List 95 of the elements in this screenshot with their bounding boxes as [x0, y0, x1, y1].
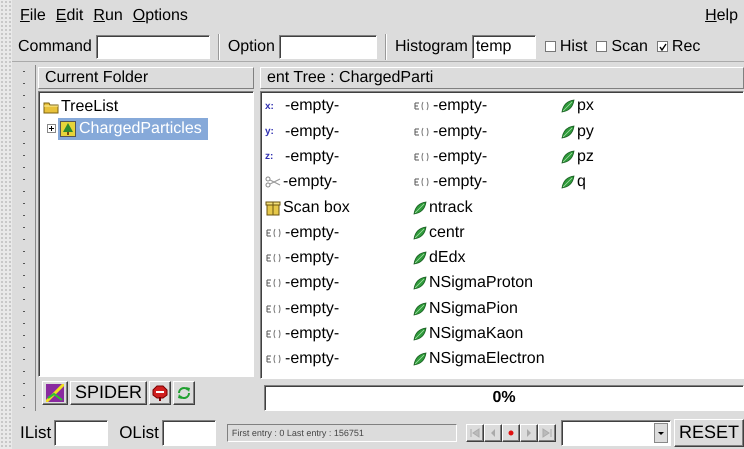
- checkbox[interactable]: [656, 41, 668, 52]
- list-item[interactable]: -empty-: [265, 350, 340, 368]
- spider-button[interactable]: SPIDER: [70, 380, 148, 405]
- stop-sign-icon: [152, 384, 168, 401]
- list-item[interactable]: -empty-: [265, 249, 340, 268]
- expand-icon[interactable]: [47, 124, 56, 134]
- plot-icon: [46, 384, 64, 402]
- leaf-icon: [413, 327, 427, 342]
- expression-icon: [265, 278, 283, 288]
- leaf-icon: [413, 251, 427, 266]
- ilist-field[interactable]: [54, 420, 108, 446]
- list-item[interactable]: q: [561, 173, 586, 192]
- ilist-label: IList: [20, 422, 52, 443]
- list-item[interactable]: -empty-: [413, 173, 488, 192]
- tree-icon: [60, 120, 76, 137]
- olist-label: OList: [119, 422, 159, 443]
- list-item[interactable]: centr: [413, 224, 465, 242]
- expression-icon: [413, 152, 431, 162]
- reset-button[interactable]: RESET: [674, 418, 744, 447]
- command-label: Command: [18, 38, 92, 56]
- expression-icon: [413, 126, 431, 137]
- leaf-icon: [561, 99, 575, 114]
- list-item[interactable]: x: -empty-: [265, 97, 340, 116]
- checkbox-label: Hist: [560, 38, 588, 56]
- progress-reading: 0%: [492, 388, 516, 407]
- tree-item[interactable]: TreeList: [43, 96, 118, 118]
- list-item[interactable]: Scan box: [265, 198, 350, 217]
- list-item[interactable]: py: [561, 122, 594, 141]
- olist-field[interactable]: [162, 420, 216, 446]
- box-icon: [265, 200, 281, 216]
- first-button[interactable]: [466, 424, 484, 442]
- option-label: Option: [228, 38, 275, 56]
- expression-icon: [265, 228, 283, 238]
- leaf-icon: [413, 276, 427, 290]
- histogram-label: Histogram: [394, 38, 468, 56]
- spider-plot-button[interactable]: [42, 380, 68, 405]
- checkbox[interactable]: [596, 41, 608, 52]
- list-item[interactable]: -empty-: [265, 173, 338, 192]
- previous-button[interactable]: [484, 424, 502, 442]
- expression-icon: [265, 253, 283, 264]
- option-field[interactable]: [278, 34, 377, 58]
- list-item[interactable]: -empty-: [265, 224, 340, 242]
- list-item[interactable]: -empty-: [265, 300, 340, 318]
- folder-icon: [43, 100, 59, 114]
- checkbox-label: Scan: [611, 38, 648, 56]
- list-item[interactable]: -empty-: [413, 122, 488, 141]
- menu-item[interactable]: Run: [93, 7, 123, 26]
- list-item[interactable]: NSigmaPion: [413, 300, 518, 318]
- leaf-icon: [561, 175, 575, 190]
- panel-header: ent Tree : ChargedParti: [260, 66, 744, 89]
- stop-button[interactable]: [149, 380, 172, 405]
- status-text: First entry : 0 Last entry : 156751: [226, 424, 458, 442]
- dropdown-field[interactable]: [561, 420, 671, 446]
- scissors-icon: [265, 175, 281, 190]
- help-menu[interactable]: Help: [705, 7, 738, 26]
- checkbox[interactable]: [544, 41, 556, 52]
- menu-item[interactable]: Options: [132, 7, 188, 26]
- last-icon: [540, 426, 554, 440]
- expression-icon: [413, 101, 431, 112]
- expression-icon: [265, 329, 283, 340]
- expression-icon: [413, 177, 431, 188]
- menu-item[interactable]: Edit: [56, 7, 84, 26]
- last-button[interactable]: [538, 424, 556, 442]
- list-item[interactable]: -empty-: [265, 274, 340, 292]
- list-item[interactable]: y: -empty-: [265, 122, 340, 141]
- refresh-icon: [176, 384, 192, 401]
- panel-header: Current Folder: [38, 66, 254, 89]
- list-item[interactable]: NSigmaProton: [413, 274, 534, 292]
- leaf-icon: [413, 302, 427, 316]
- expression-icon: [265, 354, 283, 364]
- list-item[interactable]: -empty-: [413, 148, 488, 166]
- list-item[interactable]: -empty-: [413, 97, 488, 116]
- leaf-icon: [561, 124, 575, 139]
- next-button[interactable]: [520, 424, 538, 442]
- list-item[interactable]: dEdx: [413, 249, 466, 268]
- leaf-icon: [413, 200, 427, 215]
- list-item[interactable]: -empty-: [265, 325, 340, 344]
- first-icon: [468, 426, 482, 440]
- list-item[interactable]: z: -empty-: [265, 148, 340, 166]
- check-icon: [658, 42, 668, 52]
- expression-icon: [265, 304, 283, 314]
- list-item[interactable]: NSigmaElectron: [413, 350, 545, 368]
- leaf-icon: [561, 150, 575, 164]
- list-item[interactable]: pz: [561, 148, 594, 166]
- refresh-button[interactable]: [173, 380, 196, 405]
- command-field[interactable]: [96, 34, 210, 58]
- record-button[interactable]: [502, 424, 520, 442]
- menu-item[interactable]: File: [20, 7, 46, 26]
- histogram-field[interactable]: temp: [472, 34, 536, 58]
- list-item[interactable]: NSigmaKaon: [413, 325, 524, 344]
- list-item[interactable]: ntrack: [413, 198, 473, 217]
- leaf-icon: [413, 226, 427, 240]
- list-item[interactable]: px: [561, 97, 594, 116]
- leaf-icon: [413, 352, 427, 366]
- checkbox-label: Rec: [672, 38, 700, 56]
